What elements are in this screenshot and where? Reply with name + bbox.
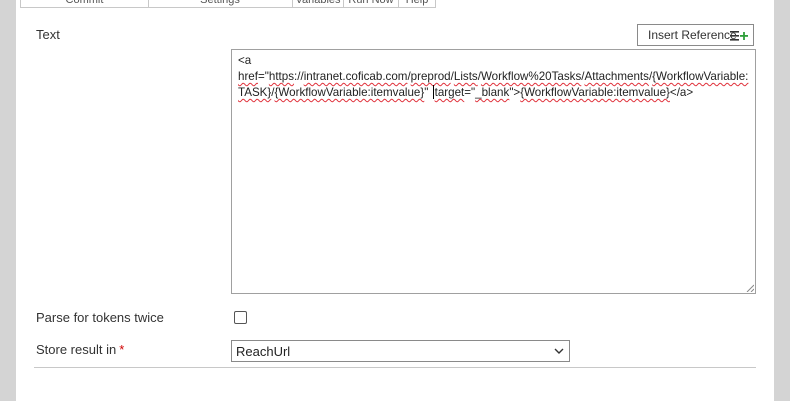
store-result-value: ReachUrl bbox=[236, 344, 291, 359]
text-segment: Workflow%20Tasks bbox=[480, 70, 582, 83]
text-segment: :// bbox=[294, 70, 304, 83]
text-segment: target bbox=[434, 86, 465, 99]
text-segment: " bbox=[424, 86, 432, 99]
text-editor[interactable]: <a href="https://intranet.coficab.com/pr… bbox=[231, 49, 756, 294]
ribbon-baseline bbox=[20, 7, 435, 8]
chevron-down-icon bbox=[554, 348, 564, 354]
store-result-label-text: Store result in bbox=[36, 342, 117, 357]
text-segment: _blank bbox=[475, 86, 510, 99]
text-segment: =" bbox=[464, 86, 476, 99]
text-segment: Lists bbox=[453, 70, 478, 83]
text-segment: href bbox=[238, 70, 258, 83]
store-result-label: Store result in * bbox=[36, 342, 124, 357]
parse-tokens-checkbox[interactable] bbox=[234, 311, 247, 324]
insert-list-plus-icon bbox=[730, 31, 748, 41]
text-segment: <a bbox=[238, 54, 252, 67]
action-config-panel: Commit Settings Variables Run Now Help T… bbox=[16, 0, 774, 401]
text-segment: Attachments bbox=[584, 70, 649, 83]
section-divider bbox=[34, 367, 756, 368]
text-segment: https bbox=[268, 70, 295, 83]
text-segment: =" bbox=[257, 70, 269, 83]
insert-reference-button[interactable]: Insert Reference bbox=[637, 24, 754, 46]
ribbon-toolbar: Commit Settings Variables Run Now Help bbox=[16, 0, 774, 8]
text-caret bbox=[432, 85, 434, 99]
required-marker: * bbox=[119, 342, 125, 357]
text-segment: {WorkflowVariable:itemvalue} bbox=[520, 86, 670, 99]
text-segment: {WorkflowVariable:itemvalue} bbox=[274, 86, 425, 99]
text-segment: intranet.coficab.com bbox=[303, 70, 408, 83]
resize-grip-icon[interactable] bbox=[746, 284, 754, 292]
text-segment: "> bbox=[509, 86, 521, 99]
store-result-select[interactable]: ReachUrl bbox=[231, 340, 570, 362]
parse-tokens-label: Parse for tokens twice bbox=[36, 310, 164, 325]
text-field-label: Text bbox=[36, 27, 60, 42]
text-segment: preprod bbox=[410, 70, 451, 83]
text-segment: </a> bbox=[669, 86, 694, 99]
insert-reference-label: Insert Reference bbox=[648, 28, 737, 42]
